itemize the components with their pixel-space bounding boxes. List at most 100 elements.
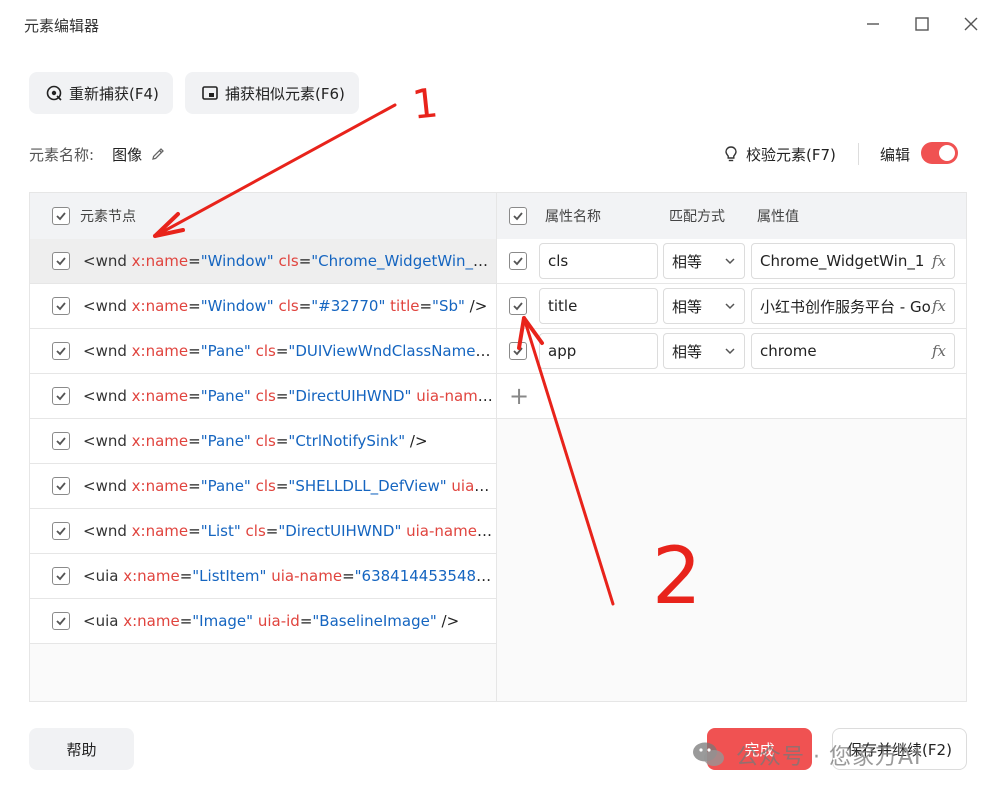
node-attr-value: "ListItem" — [192, 567, 267, 585]
node-attr-name: x:name — [131, 432, 189, 450]
done-button[interactable]: 完成 — [707, 728, 812, 770]
node-attr-value: "SHELLDLL_DefView" — [288, 477, 447, 495]
minimize-button[interactable] — [861, 12, 885, 36]
maximize-button[interactable] — [910, 12, 934, 36]
node-attr-value: "Sb" — [432, 297, 465, 315]
node-code: <wnd x:name="Pane" cls="SHELLDLL_DefView… — [83, 477, 493, 495]
attribute-checkbox[interactable] — [509, 297, 527, 315]
element-name-row: 元素名称: 图像 — [29, 140, 166, 168]
node-checkbox[interactable] — [52, 522, 70, 540]
node-row[interactable]: <wnd x:name="Pane" cls="DirectUIHWND" ui… — [30, 374, 496, 419]
node-attr-name: cls — [278, 297, 299, 315]
minimize-icon — [867, 23, 879, 25]
attribute-value-field[interactable]: 小红书创作服务平台 - Go fx — [751, 288, 955, 324]
node-row[interactable]: <wnd x:name="Pane" cls="SHELLDLL_DefView… — [30, 464, 496, 509]
node-attr-name: uia-name — [271, 567, 343, 585]
node-row[interactable]: <wnd x:name="List" cls="DirectUIHWND" ui… — [30, 509, 496, 554]
node-attr-value: "Window" — [200, 252, 274, 270]
attribute-value-field[interactable]: Chrome_WidgetWin_1 fx — [751, 243, 955, 279]
node-tree: 元素节点 <wnd x:name="Window" cls="Chrome_Wi… — [30, 193, 497, 701]
node-row[interactable]: <uia x:name="Image" uia-id="BaselineImag… — [30, 599, 496, 644]
node-row[interactable]: <wnd x:name="Pane" cls="DUIViewWndClassN… — [30, 329, 496, 374]
attribute-row: cls 相等 Chrome_WidgetWin_1 fx — [497, 239, 966, 284]
node-attr-value: "Pane" — [200, 432, 251, 450]
node-attr-name: cls — [255, 387, 276, 405]
node-checkbox[interactable] — [52, 252, 70, 270]
node-attr-name: uia-name — [406, 522, 477, 540]
element-name-label: 元素名称: — [29, 145, 95, 164]
close-button[interactable] — [959, 12, 983, 36]
attribute-name-field[interactable]: title — [539, 288, 658, 324]
node-checkbox[interactable] — [52, 567, 70, 585]
node-attr-value: "DirectUIHWND" — [288, 387, 412, 405]
capture-similar-label: 捕获相似元素(F6) — [225, 84, 345, 103]
recapture-button[interactable]: 重新捕获(F4) — [29, 72, 173, 114]
node-attr-name: uia-name — [416, 387, 488, 405]
node-attr-value: "DUIViewWndClassName" — [288, 342, 483, 360]
node-attr-name: uia-na... — [451, 477, 493, 495]
node-attr-value: "List" — [200, 522, 241, 540]
attribute-name-field[interactable]: cls — [539, 243, 658, 279]
node-attr-name: cls — [255, 432, 276, 450]
match-select[interactable]: 相等 — [663, 333, 745, 369]
add-attribute-icon[interactable]: + — [509, 382, 529, 410]
node-attr-name: cls — [255, 342, 276, 360]
node-code: <uia x:name="ListItem" uia-name="6384144… — [83, 567, 493, 585]
capture-similar-button[interactable]: 捕获相似元素(F6) — [185, 72, 359, 114]
pencil-icon[interactable] — [150, 146, 166, 162]
save-continue-button[interactable]: 保存并继续(F2) — [832, 728, 967, 770]
node-checkbox[interactable] — [52, 342, 70, 360]
attribute-list: cls 相等 Chrome_WidgetWin_1 fx title 相等 小红书创作服务平… — [497, 239, 966, 374]
attribute-checkbox[interactable] — [509, 252, 527, 270]
node-checkbox[interactable] — [52, 432, 70, 450]
maximize-icon — [915, 17, 929, 31]
node-row[interactable]: <wnd x:name="Pane" cls="CtrlNotifySink" … — [30, 419, 496, 464]
node-code: <wnd x:name="Window" cls="Chrome_WidgetW… — [83, 252, 493, 270]
lightbulb-icon — [725, 146, 737, 162]
header-attr-value: 属性值 — [757, 209, 799, 225]
title-bar: 元素编辑器 — [0, 0, 991, 50]
node-attr-name: cls — [255, 477, 276, 495]
node-checkbox[interactable] — [52, 612, 70, 630]
node-attr-name: x:name — [123, 612, 180, 630]
node-attr-value: "Pane" — [200, 342, 251, 360]
node-code: <wnd x:name="Pane" cls="DUIViewWndClassN… — [83, 342, 493, 360]
verify-element-button[interactable]: 校验元素(F7) — [722, 140, 836, 168]
verify-label: 校验元素(F7) — [746, 145, 836, 164]
close-icon — [964, 17, 978, 31]
node-row[interactable]: <wnd x:name="Window" cls="#32770" title=… — [30, 284, 496, 329]
node-code: <wnd x:name="Pane" cls="DirectUIHWND" ui… — [83, 387, 493, 405]
annotation-label-1: 1 — [410, 80, 440, 128]
node-checkbox[interactable] — [52, 387, 70, 405]
fx-icon[interactable]: fx — [932, 297, 946, 315]
node-attr-name: x:name — [123, 567, 180, 585]
node-attr-name: x:name — [131, 522, 189, 540]
match-select[interactable]: 相等 — [663, 243, 745, 279]
node-checkbox[interactable] — [52, 477, 70, 495]
node-tree-header-label: 元素节点 — [80, 209, 136, 225]
node-attr-value: "BaselineImage" — [312, 612, 437, 630]
attribute-table-header: 属性名称 匹配方式 属性值 — [497, 193, 966, 239]
node-attr-name: title — [390, 297, 420, 315]
node-attr-value: "638414453548999..." — [354, 567, 493, 585]
attribute-checkbox[interactable] — [509, 342, 527, 360]
select-all-nodes-checkbox[interactable] — [52, 207, 70, 225]
attribute-value-field[interactable]: chrome fx — [751, 333, 955, 369]
node-checkbox[interactable] — [52, 297, 70, 315]
help-button[interactable]: 帮助 — [29, 728, 134, 770]
node-attr-name: x:name — [131, 477, 189, 495]
fx-icon[interactable]: fx — [932, 342, 946, 360]
edit-label: 编辑 — [880, 146, 911, 164]
fx-icon[interactable]: fx — [932, 252, 946, 270]
add-attribute-row: + — [497, 374, 966, 419]
attribute-table: 属性名称 匹配方式 属性值 cls 相等 Chrome_WidgetWin_1 fx t… — [497, 193, 966, 701]
divider — [858, 143, 859, 165]
select-all-attributes-checkbox[interactable] — [509, 207, 527, 225]
edit-toggle[interactable] — [921, 142, 958, 164]
node-row[interactable]: <wnd x:name="Window" cls="Chrome_WidgetW… — [30, 239, 496, 284]
match-select[interactable]: 相等 — [663, 288, 745, 324]
node-row[interactable]: <uia x:name="ListItem" uia-name="6384144… — [30, 554, 496, 599]
node-attr-name: x:name — [131, 297, 189, 315]
chevron-down-icon — [725, 303, 735, 310]
attribute-name-field[interactable]: app — [539, 333, 658, 369]
